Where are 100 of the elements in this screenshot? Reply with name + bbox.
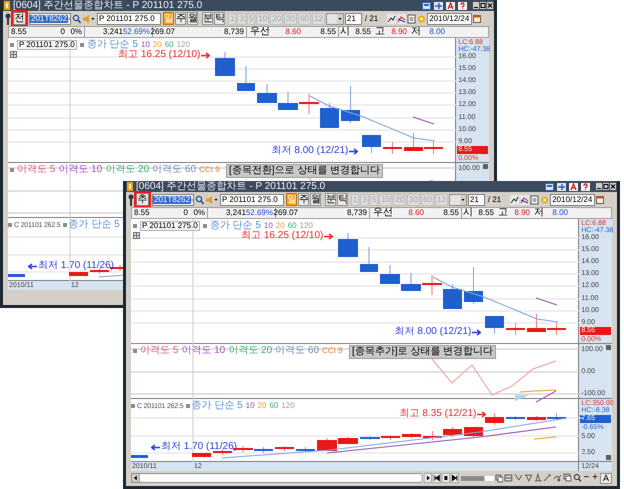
- copy-icon[interactable]: [494, 473, 504, 483]
- window-title: [0604] 주간선물종합차트 - P 201101 275.0: [136, 182, 326, 192]
- maximize-icon[interactable]: [603, 183, 609, 190]
- candlestick: [275, 446, 294, 452]
- info-value: 0%: [70, 28, 82, 36]
- pencil-icon[interactable]: [543, 473, 552, 483]
- count-field[interactable]: 21: [468, 194, 485, 206]
- arrow-icon: [28, 262, 37, 270]
- text-style-icon[interactable]: [446, 2, 455, 10]
- code-combo[interactable]: 201T8262: [152, 194, 194, 206]
- info-value: 0: [184, 209, 188, 217]
- info-value: 0%: [193, 209, 205, 217]
- legend-label: 이격도 10: [58, 165, 102, 175]
- symbol-field[interactable]: P 201101 275.0: [220, 194, 284, 206]
- text-style-icon[interactable]: [569, 182, 578, 190]
- app-icon: [127, 182, 133, 191]
- price-annotation: 최고 16.25 (12/10): [118, 50, 200, 60]
- zoom-in-button[interactable]: +: [591, 473, 599, 483]
- info-value: 우선: [373, 208, 393, 218]
- price-annotation: 최저 8.00 (12/21): [394, 327, 472, 337]
- auto-button[interactable]: A: [600, 472, 612, 484]
- info-value: 269.07: [150, 28, 175, 36]
- info-value: 저: [411, 27, 421, 37]
- skip-forward-icon[interactable]: [450, 473, 459, 483]
- date-field[interactable]: 2010/12/24: [550, 194, 596, 206]
- candlestick: [8, 274, 25, 278]
- info-value: 269.07: [274, 209, 298, 217]
- period-tab[interactable]: 분: [202, 12, 213, 25]
- mode-button[interactable]: 추: [136, 193, 149, 206]
- calendar-icon[interactable]: [473, 14, 482, 24]
- document-icon[interactable]: [530, 194, 540, 204]
- grid-icon[interactable]: [133, 232, 140, 239]
- line-tool-icon[interactable]: [524, 473, 533, 483]
- legend-label: 이격도 5: [17, 165, 56, 175]
- period-tab[interactable]: 월: [187, 12, 198, 25]
- search-icon[interactable]: [195, 194, 204, 204]
- code-combo[interactable]: 201T8262: [29, 12, 71, 24]
- period-tab[interactable]: 주: [298, 193, 309, 206]
- calendar-icon[interactable]: [596, 194, 604, 204]
- speaker-icon[interactable]: [82, 14, 96, 24]
- date-field[interactable]: 2010/12/24: [427, 12, 472, 24]
- legend-label: 종가 단순 5: [68, 220, 120, 230]
- candlestick: [237, 66, 255, 92]
- skip-back-icon[interactable]: [433, 473, 441, 483]
- window-icon[interactable]: [562, 473, 572, 483]
- period-tab[interactable]: 분: [325, 193, 336, 206]
- period-tab[interactable]: 월: [310, 193, 321, 206]
- grid-icon[interactable]: [10, 51, 17, 58]
- help-icon[interactable]: [458, 2, 467, 10]
- candlestick: [443, 284, 462, 310]
- legend-label: 20: [276, 222, 285, 230]
- play-icon[interactable]: [424, 473, 432, 483]
- info-value: 8.00: [429, 28, 445, 36]
- legend-marker-icon: [202, 224, 207, 228]
- close-icon[interactable]: [610, 183, 616, 190]
- chart-tool-icon[interactable]: [397, 14, 406, 24]
- info-value: 고: [375, 27, 385, 37]
- legend-label: 10: [264, 222, 273, 230]
- minimize-icon[interactable]: [473, 2, 479, 9]
- info-value: 우선: [250, 27, 270, 37]
- count-field[interactable]: 21: [344, 12, 362, 24]
- candlestick: [362, 134, 381, 154]
- candlestick: [341, 86, 360, 124]
- legend-label: 60: [288, 222, 297, 230]
- chart-tool-icon[interactable]: [510, 194, 520, 204]
- info-value: 8.55: [443, 209, 459, 217]
- legend-label: CCI 9: [199, 166, 220, 174]
- layout-icon[interactable]: [422, 2, 431, 10]
- period-tab[interactable]: 틱: [337, 193, 348, 206]
- candlestick: [423, 430, 442, 440]
- legend-label: 이격도 5: [140, 346, 178, 356]
- legend-label: 이격도 20: [228, 346, 272, 356]
- period-tab[interactable]: 틱: [214, 12, 225, 25]
- info-value: 3,241: [102, 28, 123, 36]
- speaker-icon[interactable]: [205, 194, 219, 204]
- chart-tool-icon[interactable]: [387, 14, 396, 24]
- layout-icon[interactable]: [545, 182, 554, 190]
- info-value: 8.55: [355, 28, 371, 36]
- help-icon[interactable]: [581, 182, 590, 190]
- document-icon[interactable]: [407, 14, 416, 24]
- search-icon[interactable]: [572, 473, 582, 483]
- period-tab[interactable]: 주: [175, 12, 186, 25]
- symbol-field[interactable]: P 201101 275.0: [97, 12, 161, 24]
- zoom-slider[interactable]: [460, 476, 494, 480]
- candlestick: [380, 264, 400, 284]
- close-icon[interactable]: [487, 2, 493, 9]
- maximize-icon[interactable]: [480, 2, 486, 9]
- info-value: 52.69%: [246, 209, 273, 217]
- horizontal-scrollbar[interactable]: [131, 473, 422, 483]
- indicator-area: [515, 395, 530, 401]
- window-icon[interactable]: [504, 473, 514, 483]
- mode-button[interactable]: 전: [13, 12, 26, 25]
- chart-tool-icon[interactable]: [520, 194, 530, 204]
- candlestick: [338, 232, 358, 258]
- status-message: [종목추가]로 상태를 변경합니다: [349, 345, 496, 359]
- line-tool-icon[interactable]: [514, 473, 523, 483]
- search-icon[interactable]: [72, 14, 81, 24]
- zoom-out-button[interactable]: −: [582, 473, 590, 483]
- line-tool-icon[interactable]: [534, 473, 542, 483]
- minimize-icon[interactable]: [596, 183, 602, 190]
